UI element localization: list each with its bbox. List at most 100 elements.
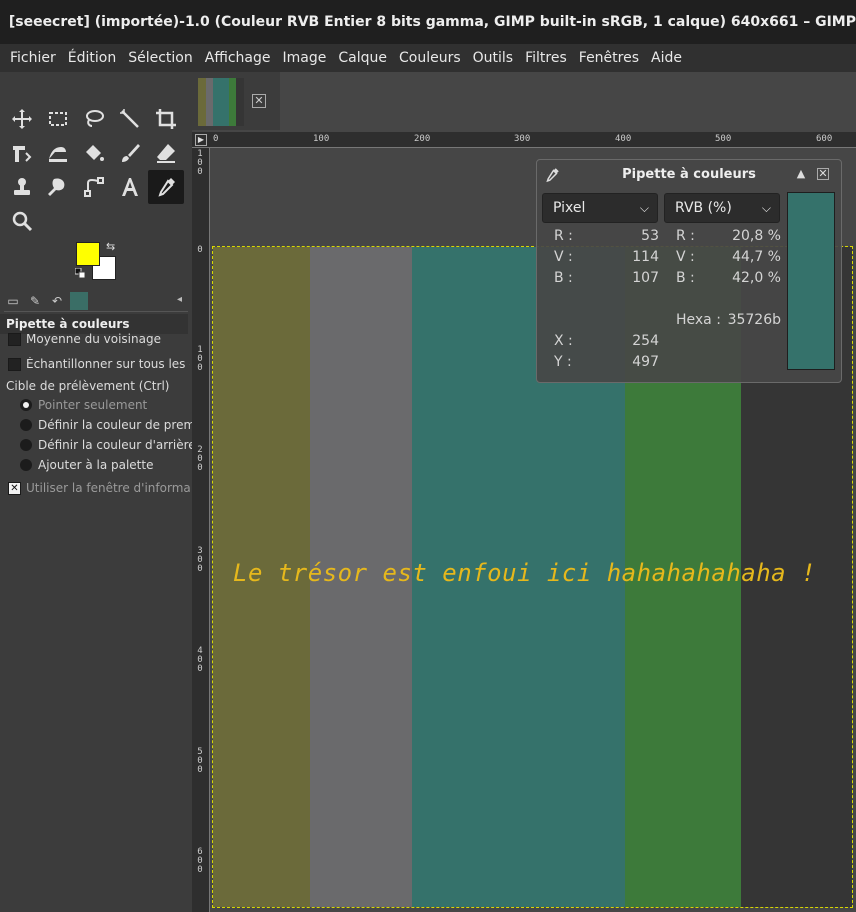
close-tab-icon[interactable]: ✕ <box>252 94 266 108</box>
dock-tabs: ▭ ✎ ↶ ◂ <box>4 290 188 312</box>
menu-aide[interactable]: Aide <box>645 50 688 66</box>
menu-calque[interactable]: Calque <box>332 50 393 66</box>
magic-wand-icon[interactable] <box>112 102 148 136</box>
color-picker-tool-icon[interactable] <box>148 170 184 204</box>
hruler-label: 200 <box>414 134 431 144</box>
radio-pick-only-indicator[interactable] <box>20 399 32 411</box>
pixel-v-value: 114 <box>632 249 659 265</box>
unified-transform-icon[interactable] <box>4 136 40 170</box>
radio-add-palette-indicator[interactable] <box>20 459 32 471</box>
sample-merged-checkbox[interactable] <box>8 357 21 371</box>
chevron-down-icon: ⌵ <box>761 201 771 215</box>
use-info-window-label: Utiliser la fenêtre d'information <box>26 481 190 495</box>
title-bar: [seeecret] (importée)-1.0 (Couleur RVB E… <box>0 0 856 44</box>
vruler-label-200: 200 <box>197 445 203 473</box>
hruler-label: 0 <box>213 134 219 144</box>
device-status-tab-icon[interactable]: ✎ <box>26 292 44 310</box>
percent-b-label: B : <box>676 270 695 286</box>
sample-merged-label: Échantillonner sur tous les calques <box>26 357 190 371</box>
hruler-label: 500 <box>715 134 732 144</box>
horizontal-ruler: ▶ 0 100 200 300 400 500 600 <box>192 132 856 148</box>
menu-image[interactable]: Image <box>277 50 333 66</box>
paths-icon[interactable] <box>76 170 112 204</box>
foreground-color-swatch[interactable] <box>76 242 100 266</box>
menu-filtres[interactable]: Filtres <box>519 50 573 66</box>
radio-set-background[interactable]: Définir la couleur d'arrière-plan <box>20 438 202 452</box>
vertical-ruler: 100 0 100 200 300 400 500 600 <box>192 148 210 912</box>
dialog-menu-icon[interactable]: ▲ <box>793 166 809 182</box>
menu-fenetres[interactable]: Fenêtres <box>573 50 645 66</box>
text-tool-icon[interactable] <box>112 170 148 204</box>
pixel-r-label: R : <box>554 228 573 244</box>
image-thumbnail <box>198 78 245 126</box>
hruler-label: 400 <box>615 134 632 144</box>
paintbrush-icon[interactable] <box>112 136 148 170</box>
menu-affichage[interactable]: Affichage <box>199 50 277 66</box>
hex-label: Hexa : <box>676 312 721 328</box>
images-tab-icon[interactable] <box>70 291 88 310</box>
undo-history-tab-icon[interactable]: ↶ <box>48 292 66 310</box>
rect-select-icon[interactable] <box>40 102 76 136</box>
fg-bg-colors: ⇆ <box>75 240 120 282</box>
use-info-window-checkbox[interactable]: ✕ <box>8 481 21 495</box>
toolbox: ⇆ ▭ ✎ ↶ ◂ Pipette à couleurs Moyenne du … <box>0 72 202 912</box>
hruler-label: 300 <box>514 134 531 144</box>
vruler-label-500: 500 <box>197 747 203 775</box>
tool-options-title: Pipette à couleurs <box>0 314 188 334</box>
radio-set-foreground-indicator[interactable] <box>20 419 32 431</box>
sample-merged-option[interactable]: Échantillonner sur tous les calques <box>8 357 190 371</box>
crop-icon[interactable] <box>148 102 184 136</box>
pixel-mode-select[interactable]: Pixel ⌵ <box>542 193 658 223</box>
lasso-icon[interactable] <box>76 102 112 136</box>
percent-v-label: V : <box>676 249 695 265</box>
radio-set-foreground[interactable]: Définir la couleur de premier plan <box>20 418 202 432</box>
eraser-icon[interactable] <box>148 136 184 170</box>
warp-transform-icon[interactable] <box>40 136 76 170</box>
menu-outils[interactable]: Outils <box>467 50 519 66</box>
percent-v-value: 44,7 % <box>732 249 781 265</box>
pick-target-label: Cible de prélèvement (Ctrl) <box>6 379 188 393</box>
sample-average-option[interactable]: Moyenne du voisinage <box>8 332 190 346</box>
quick-mask-icon[interactable]: ▶ <box>195 134 207 146</box>
menu-bar: Fichier Édition Sélection Affichage Imag… <box>0 44 856 72</box>
window-title: [seeecret] (importée)-1.0 (Couleur RVB E… <box>8 14 856 30</box>
percent-r-value: 20,8 % <box>732 228 781 244</box>
zoom-icon[interactable] <box>4 204 40 238</box>
default-colors-icon[interactable] <box>75 268 85 278</box>
pixel-v-label: V : <box>554 249 573 265</box>
vruler-label-100: 100 <box>197 345 203 373</box>
sample-average-checkbox[interactable] <box>8 332 21 346</box>
use-info-window-option[interactable]: ✕ Utiliser la fenêtre d'information <box>8 481 190 495</box>
menu-selection[interactable]: Sélection <box>122 50 199 66</box>
clone-stamp-icon[interactable] <box>4 170 40 204</box>
x-value: 254 <box>632 333 659 349</box>
tool-options-tab-icon[interactable]: ▭ <box>4 292 22 310</box>
pixel-b-value: 107 <box>632 270 659 286</box>
radio-set-foreground-label: Définir la couleur de premier plan <box>38 418 202 432</box>
dock-menu-icon[interactable]: ◂ <box>177 294 182 305</box>
image-tab[interactable]: ✕ <box>192 72 280 130</box>
canvas-secret-text: Le trésor est enfoui ici hahahahahaha ! <box>233 559 817 587</box>
x-label: X : <box>554 333 573 349</box>
vruler-label-400: 400 <box>197 646 203 674</box>
radio-add-palette[interactable]: Ajouter à la palette <box>20 458 202 472</box>
radio-pick-only[interactable]: Pointer seulement <box>20 398 202 412</box>
hruler-label: 100 <box>313 134 330 144</box>
picker-header: Pipette à couleurs ▲ ✕ <box>537 160 841 190</box>
vruler-label-600: 600 <box>197 847 203 875</box>
radio-set-background-indicator[interactable] <box>20 439 32 451</box>
move-tool-icon[interactable] <box>4 102 40 136</box>
bucket-fill-icon[interactable] <box>76 136 112 170</box>
hex-value: 35726b <box>727 312 781 328</box>
percent-b-value: 42,0 % <box>732 270 781 286</box>
rgb-mode-select[interactable]: RVB (%) ⌵ <box>664 193 780 223</box>
close-dialog-icon[interactable]: ✕ <box>817 168 829 180</box>
vruler-label-300: 300 <box>197 546 203 574</box>
menu-fichier[interactable]: Fichier <box>4 50 62 66</box>
menu-couleurs[interactable]: Couleurs <box>393 50 467 66</box>
swap-colors-icon[interactable]: ⇆ <box>106 240 115 253</box>
radio-add-palette-label: Ajouter à la palette <box>38 458 154 472</box>
y-value: 497 <box>632 354 659 370</box>
smudge-icon[interactable] <box>40 170 76 204</box>
menu-edition[interactable]: Édition <box>62 50 122 66</box>
